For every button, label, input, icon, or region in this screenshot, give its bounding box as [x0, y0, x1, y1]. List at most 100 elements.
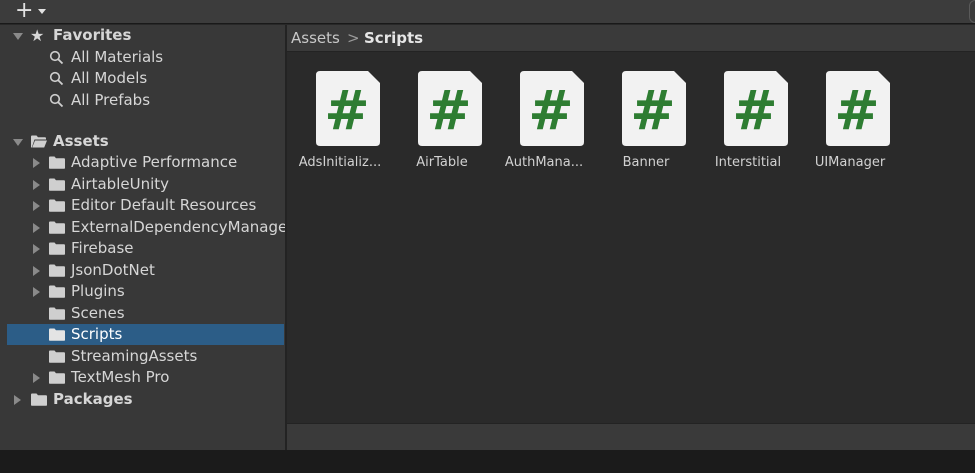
asset-item-authmanager[interactable]: # AuthMana... — [498, 71, 590, 181]
folder-tree: ★ Favorites All Materials All Models All… — [0, 25, 285, 450]
tree-item-label: Assets — [53, 132, 109, 150]
asset-label: Interstitial — [714, 155, 782, 170]
tree-item-label: Editor Default Resources — [71, 196, 257, 214]
asset-path-bar — [287, 423, 975, 450]
project-window: + ★ Favorites All Materials All Models A… — [0, 0, 975, 473]
svg-text:#: # — [324, 79, 369, 142]
asset-item-interstitial[interactable]: # Interstitial — [702, 71, 794, 181]
tree-item-label: ExternalDependencyManager — [71, 218, 285, 236]
tree-item-scripts[interactable]: Scripts — [7, 324, 284, 345]
csharp-script-icon: # — [622, 71, 686, 146]
folder-icon — [49, 264, 65, 277]
expand-arrow-icon[interactable] — [33, 287, 40, 297]
tree-item-assets[interactable]: Assets — [0, 131, 285, 152]
expand-arrow-icon[interactable] — [33, 266, 40, 276]
asset-grid: # AdsInitializ... # AirTable # AuthMana.… — [287, 52, 975, 423]
tree-item-packages[interactable]: Packages — [0, 389, 285, 410]
asset-item-uimanager[interactable]: # UIManager — [804, 71, 896, 181]
folder-icon — [49, 242, 65, 255]
csharp-script-icon: # — [724, 71, 788, 146]
expand-arrow-icon[interactable] — [33, 244, 40, 254]
tree-item-firebase[interactable]: Firebase — [0, 238, 285, 259]
tree-item-scenes[interactable]: Scenes — [0, 303, 285, 324]
asset-label: AdsInitializ... — [298, 155, 382, 170]
expand-arrow-icon[interactable] — [33, 373, 40, 383]
tree-item-label: All Materials — [71, 48, 164, 66]
tree-item-all-models[interactable]: All Models — [0, 68, 285, 89]
tree-item-textmesh-pro[interactable]: TextMesh Pro — [0, 367, 285, 388]
status-bar — [0, 450, 975, 473]
breadcrumb-item-scripts[interactable]: Scripts — [364, 25, 423, 51]
svg-text:#: # — [528, 79, 573, 142]
csharp-script-icon: # — [520, 71, 584, 146]
folder-open-icon — [31, 135, 47, 148]
tree-item-airtableunity[interactable]: AirtableUnity — [0, 174, 285, 195]
tree-item-label: Scripts — [71, 325, 123, 343]
expand-arrow-icon[interactable] — [33, 158, 40, 168]
tree-item-label: TextMesh Pro — [71, 368, 170, 386]
tree-item-label: Scenes — [71, 304, 125, 322]
csharp-script-icon: # — [316, 71, 380, 146]
svg-text:#: # — [732, 79, 777, 142]
asset-label: UIManager — [814, 155, 886, 170]
folder-icon — [49, 178, 65, 191]
expand-arrow-icon[interactable] — [13, 33, 23, 40]
tree-item-label: Packages — [53, 390, 133, 408]
tree-item-jsondotnet[interactable]: JsonDotNet — [0, 260, 285, 281]
add-asset-button[interactable]: + — [10, 0, 50, 23]
search-icon — [49, 93, 64, 108]
folder-icon — [49, 221, 65, 234]
chevron-down-icon — [38, 9, 46, 14]
expand-arrow-icon[interactable] — [33, 180, 40, 190]
tree-item-label: Plugins — [71, 282, 125, 300]
folder-icon — [49, 307, 65, 320]
star-icon: ★ — [30, 26, 45, 45]
csharp-script-icon: # — [826, 71, 890, 146]
tree-item-label: AirtableUnity — [71, 175, 169, 193]
folder-icon — [49, 156, 65, 169]
svg-text:#: # — [834, 79, 879, 142]
asset-label: AuthMana... — [504, 155, 584, 170]
asset-label: AirTable — [416, 155, 468, 170]
expand-arrow-icon[interactable] — [33, 223, 40, 233]
tree-item-editor-default-resources[interactable]: Editor Default Resources — [0, 195, 285, 216]
folder-icon — [49, 328, 65, 341]
tree-item-label: Firebase — [71, 239, 134, 257]
svg-text:#: # — [426, 79, 471, 142]
tree-item-label: All Models — [71, 69, 148, 87]
tree-item-label: StreamingAssets — [71, 347, 198, 365]
asset-item-airtable[interactable]: # AirTable — [396, 71, 488, 181]
breadcrumb-item-assets[interactable]: Assets — [291, 25, 340, 51]
expand-arrow-icon[interactable] — [33, 201, 40, 211]
breadcrumb-separator: > — [347, 29, 360, 47]
expand-arrow-icon[interactable] — [14, 395, 21, 405]
folder-icon — [49, 199, 65, 212]
search-icon — [49, 71, 64, 86]
tree-item-adaptive-performance[interactable]: Adaptive Performance — [0, 152, 285, 173]
tree-item-externaldependencymanager[interactable]: ExternalDependencyManager — [0, 217, 285, 238]
plus-icon: + — [15, 0, 34, 23]
asset-item-banner[interactable]: # Banner — [600, 71, 692, 181]
asset-label: Banner — [622, 155, 670, 170]
tree-item-all-prefabs[interactable]: All Prefabs — [0, 90, 285, 111]
csharp-script-icon: # — [418, 71, 482, 146]
tree-item-label: JsonDotNet — [71, 261, 155, 279]
folder-icon — [31, 393, 47, 406]
search-field-edge[interactable] — [969, 0, 975, 23]
tree-item-streamingassets[interactable]: StreamingAssets — [0, 346, 285, 367]
tree-item-label: Favorites — [53, 26, 132, 44]
tree-item-label: Adaptive Performance — [71, 153, 238, 171]
search-icon — [49, 50, 64, 65]
tree-item-all-materials[interactable]: All Materials — [0, 47, 285, 68]
svg-text:#: # — [630, 79, 675, 142]
tree-item-label: All Prefabs — [71, 91, 151, 109]
breadcrumb: Assets > Scripts — [287, 25, 975, 52]
toolbar: + — [0, 0, 975, 24]
tree-item-plugins[interactable]: Plugins — [0, 281, 285, 302]
folder-icon — [49, 285, 65, 298]
asset-item-adsinitializer[interactable]: # AdsInitializ... — [294, 71, 386, 181]
folder-icon — [49, 350, 65, 363]
expand-arrow-icon[interactable] — [13, 139, 23, 146]
folder-icon — [49, 371, 65, 384]
tree-item-favorites[interactable]: ★ Favorites — [0, 25, 285, 46]
